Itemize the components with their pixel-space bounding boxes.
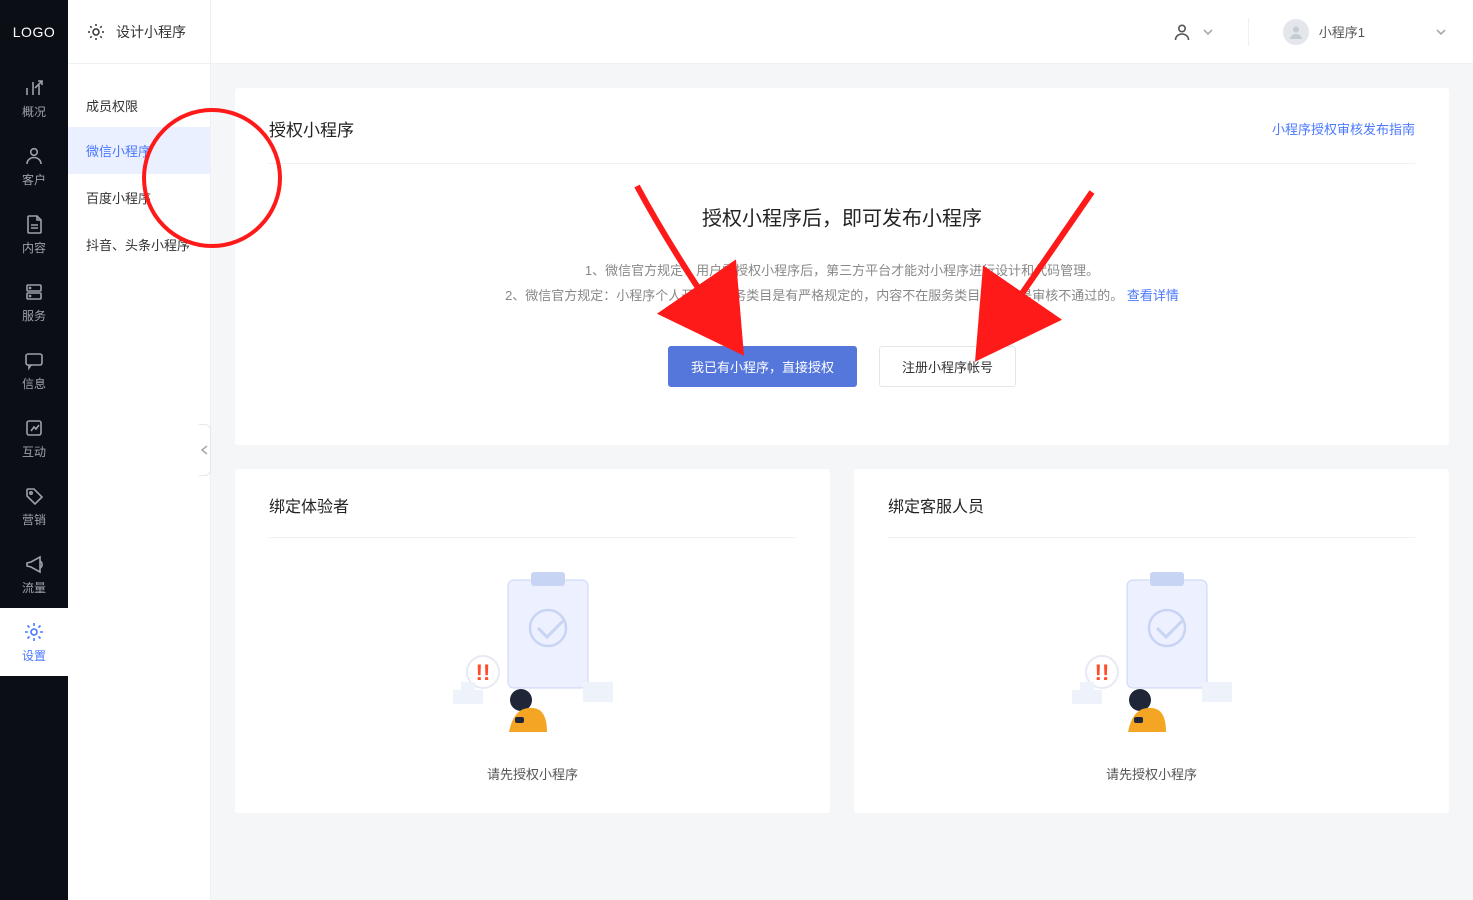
nav-message[interactable]: 信息 bbox=[0, 336, 68, 404]
nav-label: 流量 bbox=[22, 579, 46, 596]
site-name: 小程序1 bbox=[1319, 22, 1365, 41]
sub-item-douyin[interactable]: 抖音、头条小程序 bbox=[68, 221, 210, 268]
nav-overview[interactable]: 概况 bbox=[0, 64, 68, 132]
empty-text: 请先授权小程序 bbox=[1106, 764, 1197, 783]
nav-label: 客户 bbox=[22, 171, 46, 188]
sub-nav: 设计小程序 成员权限 微信小程序 百度小程序 抖音、头条小程序 bbox=[68, 0, 211, 900]
svg-text:!!: !! bbox=[1094, 660, 1109, 685]
gear-icon bbox=[23, 621, 45, 643]
doc-icon bbox=[23, 213, 45, 235]
sub-item-wechat[interactable]: 微信小程序 bbox=[68, 127, 210, 174]
primary-nav: LOGO 概况 客户 内容 服务 信息 互动 营销 bbox=[0, 0, 68, 900]
person-icon bbox=[1172, 22, 1192, 42]
avatar bbox=[1283, 19, 1309, 45]
nav-settings[interactable]: 设置 bbox=[0, 608, 68, 676]
nav-interact[interactable]: 互动 bbox=[0, 404, 68, 472]
avatar-icon bbox=[1288, 24, 1304, 40]
nav-content[interactable]: 内容 bbox=[0, 200, 68, 268]
hero-line-1: 1、微信官方规定：用户需授权小程序后，第三方平台才能对小程序进行设计和代码管理。 bbox=[269, 259, 1415, 284]
horn-icon bbox=[23, 553, 45, 575]
nav-label: 营销 bbox=[22, 511, 46, 528]
hero-lines: 1、微信官方规定：用户需授权小程序后，第三方平台才能对小程序进行设计和代码管理。… bbox=[269, 259, 1415, 308]
person-icon bbox=[23, 145, 45, 167]
message-icon bbox=[23, 349, 45, 371]
nav-label: 信息 bbox=[22, 375, 46, 392]
chevron-left-icon bbox=[199, 444, 210, 456]
help-guide-link[interactable]: 小程序授权审核发布指南 bbox=[1272, 119, 1415, 138]
nav-customer[interactable]: 客户 bbox=[0, 132, 68, 200]
sub-item-baidu[interactable]: 百度小程序 bbox=[68, 174, 210, 221]
register-button[interactable]: 注册小程序帐号 bbox=[879, 346, 1016, 387]
hero-title: 授权小程序后，即可发布小程序 bbox=[269, 202, 1415, 231]
tag-icon bbox=[23, 485, 45, 507]
empty-text: 请先授权小程序 bbox=[487, 764, 578, 783]
hero-line-2: 2、微信官方规定：小程序个人开放的服务类目是有严格规定的，内容不在服务类目中的，… bbox=[269, 284, 1415, 309]
logo: LOGO bbox=[0, 0, 68, 64]
site-selector[interactable]: 小程序1 bbox=[1273, 13, 1457, 51]
chevron-down-icon bbox=[1435, 26, 1447, 38]
nav-label: 服务 bbox=[22, 307, 46, 324]
header: 小程序1 bbox=[211, 0, 1473, 64]
design-icon bbox=[86, 22, 106, 42]
chevron-down-icon bbox=[1202, 26, 1214, 38]
nav-marketing[interactable]: 营销 bbox=[0, 472, 68, 540]
nav-label: 互动 bbox=[22, 443, 46, 460]
main-content: 授权小程序 小程序授权审核发布指南 授权小程序后，即可发布小程序 1、微信官方规… bbox=[211, 64, 1473, 900]
nav-service[interactable]: 服务 bbox=[0, 268, 68, 336]
collapse-handle[interactable] bbox=[199, 424, 211, 476]
frame-icon bbox=[23, 417, 45, 439]
svg-text:!!: !! bbox=[475, 660, 490, 685]
empty-illustration: !! bbox=[1072, 562, 1232, 742]
empty-illustration: !! bbox=[453, 562, 613, 742]
nav-traffic[interactable]: 流量 bbox=[0, 540, 68, 608]
nav-label: 概况 bbox=[22, 103, 46, 120]
authorize-button[interactable]: 我已有小程序，直接授权 bbox=[668, 346, 857, 387]
divider bbox=[1248, 18, 1249, 46]
bind-support-card: 绑定客服人员 !! bbox=[854, 469, 1449, 813]
overview-icon bbox=[23, 77, 45, 99]
bind-tester-card: 绑定体验者 !! bbox=[235, 469, 830, 813]
view-details-link[interactable]: 查看详情 bbox=[1127, 288, 1179, 303]
card-title: 绑定客服人员 bbox=[888, 493, 1415, 538]
sub-nav-top[interactable]: 设计小程序 bbox=[68, 0, 210, 64]
sub-section-permissions: 成员权限 bbox=[68, 88, 210, 127]
panel-title: 授权小程序 bbox=[269, 116, 354, 141]
card-title: 绑定体验者 bbox=[269, 493, 796, 538]
user-menu[interactable] bbox=[1162, 16, 1224, 48]
auth-panel: 授权小程序 小程序授权审核发布指南 授权小程序后，即可发布小程序 1、微信官方规… bbox=[235, 88, 1449, 445]
design-label: 设计小程序 bbox=[116, 22, 186, 42]
stack-icon bbox=[23, 281, 45, 303]
nav-label: 设置 bbox=[22, 647, 46, 664]
nav-label: 内容 bbox=[22, 239, 46, 256]
